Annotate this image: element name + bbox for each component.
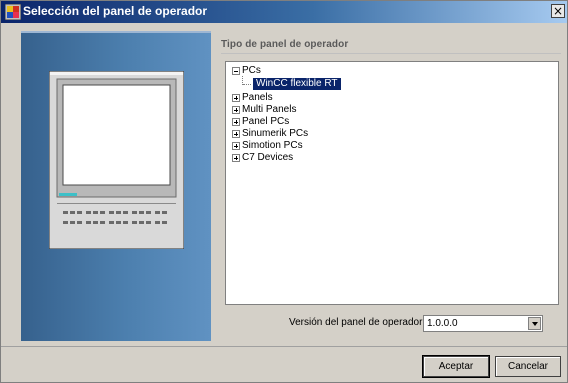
collapse-icon[interactable] [232, 67, 240, 75]
tree-node-wincc-flexible-rt[interactable]: WinCC flexible RT [253, 78, 341, 90]
window-title: Selección del panel de operador [23, 4, 208, 18]
cancel-button[interactable]: Cancelar [495, 356, 561, 377]
version-label: Versión del panel de operador [289, 317, 423, 328]
app-icon [5, 4, 21, 20]
group-divider [221, 53, 561, 54]
side-illustration-panel [21, 31, 211, 341]
title-bar[interactable]: Selección del panel de operador × [1, 1, 567, 23]
dropdown-arrow-icon[interactable] [528, 317, 541, 330]
accept-button[interactable]: Aceptar [422, 355, 490, 378]
version-select[interactable]: 1.0.0.0 [423, 315, 543, 332]
operator-panel-illustration [49, 71, 184, 249]
expand-icon[interactable] [232, 118, 240, 126]
expand-icon[interactable] [232, 154, 240, 162]
close-button[interactable]: × [551, 4, 565, 18]
tree-node-label: C7 Devices [242, 152, 294, 163]
main-content: Tipo de panel de operador PCs WinCC flex… [211, 31, 567, 343]
tree-node-label: Sinumerik PCs [242, 128, 309, 139]
tree-connector [243, 84, 251, 86]
tree-node-label: Simotion PCs [242, 140, 303, 151]
version-value: 1.0.0.0 [427, 318, 458, 329]
button-bar-divider [1, 346, 567, 347]
tree-node-label: PCs [242, 65, 261, 76]
panel-type-tree[interactable]: PCs WinCC flexible RT Panels Multi Panel… [225, 61, 559, 305]
expand-icon[interactable] [232, 94, 240, 102]
expand-icon[interactable] [232, 130, 240, 138]
expand-icon[interactable] [232, 142, 240, 150]
panel-type-group-label: Tipo de panel de operador [221, 39, 349, 50]
tree-node-label: Panels [242, 92, 273, 103]
tree-node-label: Panel PCs [242, 116, 290, 127]
side-panel-strip [21, 31, 211, 33]
tree-node-label: Multi Panels [242, 104, 297, 115]
expand-icon[interactable] [232, 106, 240, 114]
dialog-window: Selección del panel de operador × Tipo d… [0, 0, 568, 383]
